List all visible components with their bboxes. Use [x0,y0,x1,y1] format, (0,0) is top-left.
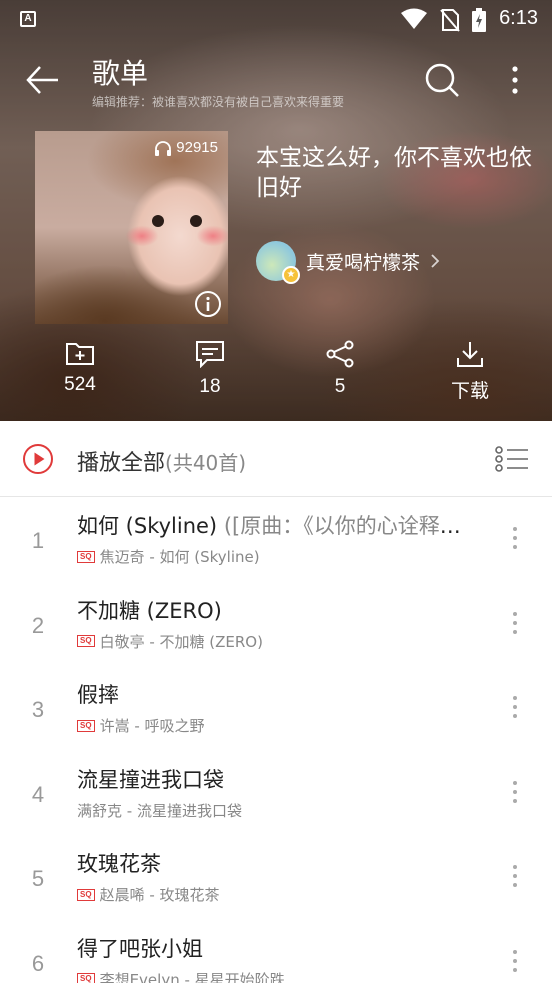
download-icon [457,342,483,367]
song-title: 玫瑰花茶 [77,848,467,878]
sq-badge: SQ [77,888,95,901]
wifi-icon [401,8,427,29]
search-icon[interactable] [422,60,462,100]
song-index: 3 [31,697,45,722]
song-title: 不加糖 (ZERO) [77,595,467,625]
song-artist-album: 白敬亭 - 不加糖 (ZERO) [99,632,263,651]
song-more-icon[interactable] [503,522,527,558]
sq-badge: SQ [77,719,95,732]
song-title: 得了吧张小姐 [77,933,467,963]
song-title-text: 假摔 [77,683,119,707]
sq-badge: SQ [77,635,95,647]
play-all-button[interactable]: 播放全部(共40首) [77,445,246,477]
song-alias: ([原曲：《以你的心诠释我的爱》]) [223,514,467,538]
song-artist-album: 满舒克 - 流星撞进我口袋 [77,801,242,820]
editor-recommendation: 编辑推荐：被谁喜欢都没有被自己喜欢来得重要 [92,95,345,109]
sq-badge: SQ [77,550,95,563]
sq-badge: SQ [77,973,95,983]
song-more-icon[interactable] [503,945,527,981]
multi-select-list-icon[interactable] [495,445,529,473]
song-more-icon[interactable] [503,860,527,896]
battery-icon [472,8,486,32]
no-sim-icon [440,9,460,32]
song-title: 流星撞进我口袋 [77,764,467,794]
favorite-count: 524 [64,374,96,395]
song-index: 2 [31,612,45,638]
song-title-text: 流星撞进我口袋 [77,767,224,792]
comment-button[interactable]: 18 [170,340,250,398]
download-label: 下载 [450,381,489,402]
song-artist-album: 赵晨唏 - 玫瑰花茶 [99,886,220,904]
song-more-icon[interactable] [503,607,527,643]
avatar: ★ [256,241,300,284]
song-more-icon[interactable] [503,776,527,812]
download-button[interactable]: 下载 [430,340,510,403]
creator-link[interactable]: ★ 真爱喝柠檬茶 [256,240,440,284]
song-title: 如何 (Skyline) ([原曲：《以你的心诠释我的爱》]) [77,510,467,540]
creator-name: 真爱喝柠檬茶 [306,251,421,274]
song-artist-album: 许嵩 - 呼吸之野 [99,717,205,735]
song-row[interactable]: 5 玫瑰花茶 SQ 赵晨唏 - 玫瑰花茶 [0,836,552,920]
star-badge-icon: ★ [282,266,300,284]
play-count: 92915 [154,139,218,156]
song-meta: SQ 李想Evelyn - 星星开始阶跌 [77,969,285,983]
play-all-label: 播放全部 [77,451,166,476]
favorite-button[interactable]: 524 [40,340,120,396]
song-index: 4 [31,781,45,807]
song-row[interactable]: 1 如何 (Skyline) ([原曲：《以你的心诠释我的爱》]) SQ 焦迈奇 - … [0,498,552,582]
info-icon[interactable] [194,290,222,318]
song-meta: SQ 焦迈奇 - 如何 (Skyline) [77,546,260,567]
song-row[interactable]: 4 流星撞进我口袋满舒克 - 流星撞进我口袋 [0,752,552,836]
song-artist-album: 李想Evelyn - 星星开始阶跌 [99,970,285,983]
song-row[interactable]: 2 不加糖 (ZERO) SQ 白敬亭 - 不加糖 (ZERO) [0,583,552,667]
clock: 6:13 [499,7,538,29]
song-row[interactable]: 3 假摔 SQ 许嵩 - 呼吸之野 [0,667,552,751]
song-meta: SQ 赵晨唏 - 玫瑰花茶 [77,884,220,905]
song-row[interactable]: 6 得了吧张小姐 SQ 李想Evelyn - 星星开始阶跌 [0,921,552,983]
song-index: 1 [31,528,45,553]
play-circle-icon[interactable] [22,443,54,475]
song-artist-album: 焦迈奇 - 如何 (Skyline) [99,548,260,566]
share-icon [326,340,354,368]
song-title-text: 得了吧张小姐 [77,936,203,961]
comment-icon [196,341,224,368]
song-title: 假摔 [77,679,467,709]
chevron-right-icon [431,254,440,268]
song-title-text: 不加糖 (ZERO) [77,598,222,623]
playlist-name: 本宝这么好，你不喜欢也依旧好 [256,145,532,201]
back-arrow-icon[interactable] [22,60,62,100]
play-count-value: 92915 [176,139,218,156]
song-title-text: 如何 (Skyline) [77,514,218,538]
playlist-cover[interactable]: 92915 [35,131,228,324]
share-count: 5 [334,376,346,397]
app-notification-icon: A [20,11,36,27]
more-options-icon[interactable] [500,60,530,100]
status-bar: A 6:13 [0,0,552,38]
song-index: 5 [31,866,45,891]
share-button[interactable]: 5 [300,340,380,398]
song-more-icon[interactable] [503,691,527,727]
song-title-text: 玫瑰花茶 [77,852,161,876]
song-meta: SQ 白敬亭 - 不加糖 (ZERO) [77,631,263,652]
song-meta: SQ 许嵩 - 呼吸之野 [77,715,205,736]
song-meta: 满舒克 - 流星撞进我口袋 [77,800,242,821]
playlist-header-background: A 6:13 歌单 编辑推荐：被谁喜欢都没有被自己喜欢来得重要 92915 本宝… [0,0,552,421]
song-index: 6 [31,950,45,976]
comment-count: 18 [199,376,221,397]
page-title: 歌单 [92,58,149,89]
headphones-icon [155,140,172,156]
play-all-bar: 播放全部(共40首) [0,421,552,497]
folder-add-icon [66,343,94,365]
song-total: (共40首) [165,451,247,475]
playlist-actions: 524 18 5 下载 [0,340,552,410]
